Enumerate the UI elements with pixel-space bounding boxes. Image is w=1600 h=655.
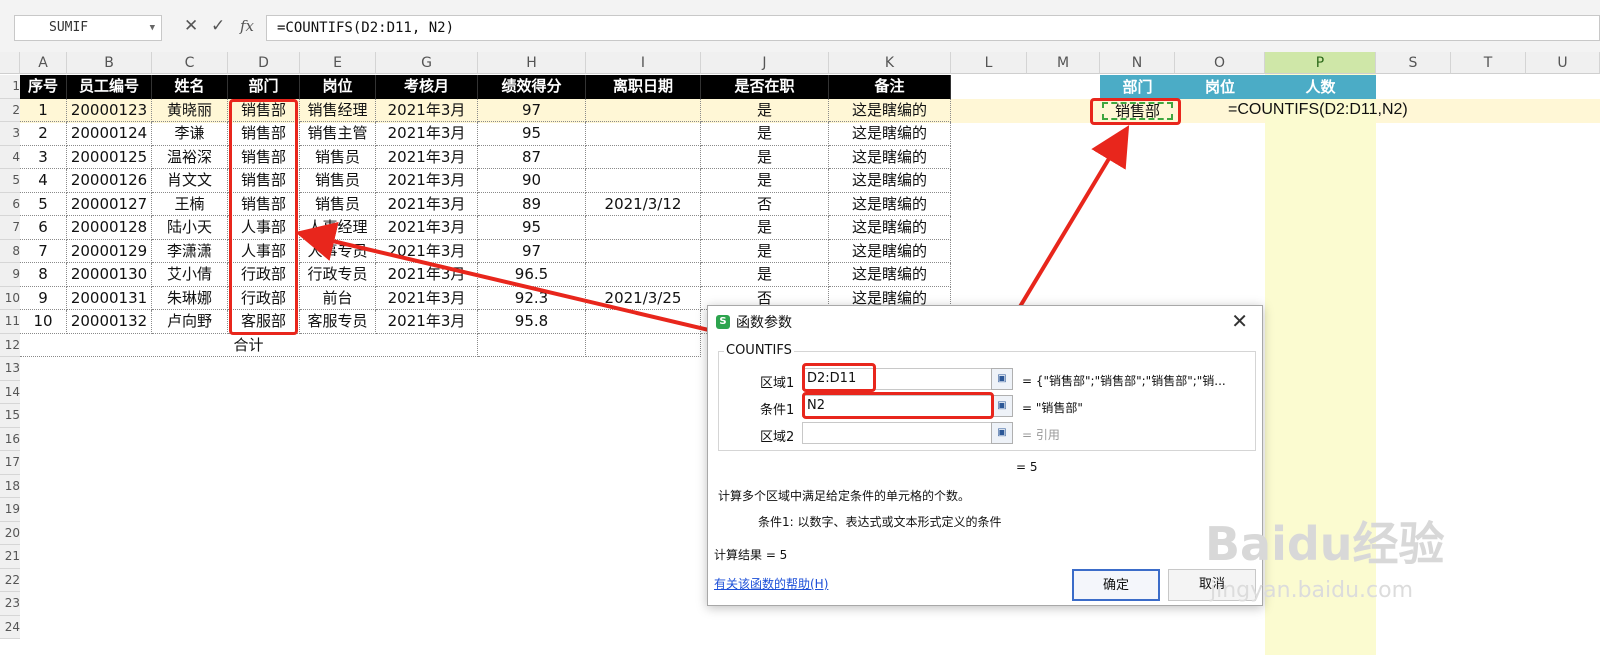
ref-select-icon[interactable]: ▣: [991, 395, 1013, 417]
highlight-box-range-input: [802, 363, 876, 392]
function-args-dialog: S 函数参数 ✕ COUNTIFS 区域1 D2:D11 ▣ = {"销售部";…: [707, 305, 1263, 606]
ref-select-icon[interactable]: ▣: [991, 422, 1013, 444]
highlight-box-criteria-input: [802, 392, 994, 419]
watermark-logo: Baidu经验: [1205, 517, 1445, 571]
wps-logo-icon: S: [716, 315, 730, 329]
function-description: 计算多个区域中满足给定条件的单元格的个数。: [718, 489, 971, 503]
field-label: 区域1: [760, 376, 795, 391]
help-link[interactable]: 有关该函数的帮助(H): [714, 575, 828, 592]
field-label: 条件1: [760, 403, 795, 418]
param-description: 条件1: 以数字、表达式或文本形式定义的条件: [758, 515, 1002, 529]
watermark-url: jingyan.baidu.com: [1210, 578, 1414, 603]
function-name: COUNTIFS: [724, 343, 794, 358]
range2-input[interactable]: [802, 422, 992, 444]
ok-button[interactable]: 确定: [1072, 569, 1160, 601]
ref-select-icon[interactable]: ▣: [991, 368, 1013, 390]
close-icon[interactable]: ✕: [1231, 309, 1248, 333]
field-result: = "销售部": [1022, 401, 1083, 415]
field-result: = 引用: [1022, 428, 1060, 442]
calc-result: 计算结果 = 5: [714, 548, 788, 562]
preview-result: = 5: [1016, 460, 1038, 474]
field-label: 区域2: [760, 430, 795, 445]
dialog-title: 函数参数: [736, 315, 792, 331]
field-result: = {"销售部";"销售部";"销售部";"销...: [1022, 374, 1226, 388]
